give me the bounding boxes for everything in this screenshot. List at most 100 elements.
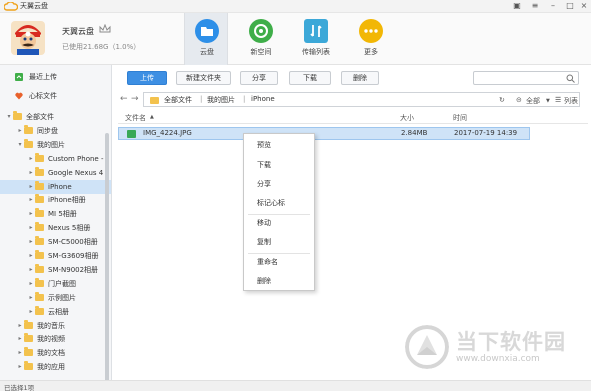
close-button[interactable]: ×	[579, 1, 589, 11]
breadcrumb-all-files[interactable]: 全部文件	[164, 95, 192, 105]
sidebar-tree-item[interactable]: ▸ SM-N9002相册	[0, 263, 111, 277]
menu-item-rename[interactable]: 重命名	[244, 255, 314, 269]
header: 天翼云盘 已使用21.68G（1.0%） 云盘 新空间 传输列表 更多	[0, 13, 591, 65]
chevron-right-icon[interactable]: ▸	[28, 193, 34, 207]
table-row[interactable]: IMG_4224.JPG 2.84MB 2017-07-19 14:39	[118, 127, 530, 140]
sidebar-item-starred[interactable]: 心标文件	[0, 89, 111, 103]
chevron-right-icon[interactable]: ▸	[17, 319, 23, 333]
chevron-right-icon[interactable]: ▸	[28, 180, 34, 194]
filter-icon[interactable]: ⊝	[516, 96, 522, 104]
maximize-button[interactable]: □	[565, 1, 575, 11]
column-size[interactable]: 大小	[400, 113, 414, 123]
sidebar-tree-item[interactable]: ▸ SM-G3609相册	[0, 249, 111, 263]
menu-item-move[interactable]: 移动	[244, 216, 314, 230]
new-folder-button[interactable]: 新建文件夹	[176, 71, 231, 85]
sidebar-tree-item[interactable]: ▸ iPhone	[0, 179, 111, 194]
sidebar-tree-item[interactable]: ▸ Google Nexus 4	[0, 166, 111, 180]
sidebar-tree-item[interactable]: ▸ Nexus 5相册	[0, 221, 111, 235]
more-icon	[359, 19, 383, 43]
sidebar-tree-item[interactable]: ▸ 云相册	[0, 305, 111, 319]
chevron-right-icon[interactable]: ▸	[28, 221, 34, 235]
sidebar-tree-item[interactable]: ▾ 全部文件	[0, 110, 111, 124]
sidebar-item-label: 全部文件	[26, 113, 54, 121]
menu-item-share[interactable]: 分享	[244, 177, 314, 191]
sidebar-tree-item[interactable]: ▸ 我的应用	[0, 360, 111, 374]
avatar[interactable]	[11, 21, 45, 55]
chevron-right-icon[interactable]: ▸	[28, 263, 34, 277]
sidebar-tree-item[interactable]: ▸ iPhone相册	[0, 193, 111, 207]
nav-more[interactable]: 更多	[349, 13, 393, 65]
filter-dropdown[interactable]: 全部	[526, 96, 540, 106]
menu-item-download[interactable]: 下载	[244, 158, 314, 172]
sidebar-tree-item[interactable]: ▸ 我的文档	[0, 346, 111, 360]
chevron-down-icon[interactable]: ▾	[17, 138, 23, 152]
status-bar: 已选择1项	[0, 380, 591, 392]
sidebar-tree-item[interactable]: ▸ MI 5相册	[0, 207, 111, 221]
nav-new-space[interactable]: 新空间	[239, 13, 283, 65]
search-icon[interactable]	[566, 74, 575, 83]
sidebar-tree-item[interactable]: ▸ 我的视频	[0, 332, 111, 346]
menu-item-mark-star[interactable]: 标记心标	[244, 196, 314, 210]
view-mode-label[interactable]: 列表	[564, 96, 578, 106]
chevron-right-icon[interactable]: ▸	[28, 305, 34, 319]
storage-usage: 已使用21.68G（1.0%）	[62, 43, 141, 51]
sidebar-tree-item[interactable]: ▸ 示例图片	[0, 291, 111, 305]
chevron-right-icon[interactable]: ▸	[17, 332, 23, 346]
sidebar-tree-item[interactable]: ▾ 我的图片	[0, 138, 111, 152]
nav-transfer-list[interactable]: 传输列表	[294, 13, 338, 65]
sidebar-item-label: MI 5相册	[48, 210, 77, 219]
settings-icon[interactable]: ≡	[530, 1, 540, 11]
title-bar: 天翼云盘 ▣ ≡ – □ ×	[0, 0, 591, 13]
file-list-header: 文件名 ▲ 大小 时间	[118, 110, 588, 124]
nav-cloud-drive[interactable]: 云盘	[184, 13, 228, 65]
sidebar-item-recent-uploads[interactable]: 最近上传	[0, 70, 111, 84]
chevron-right-icon[interactable]: ▸	[28, 207, 34, 221]
list-view-icon[interactable]: ☰	[555, 96, 561, 104]
chevron-right-icon[interactable]: ▸	[28, 249, 34, 263]
heart-icon	[15, 92, 23, 100]
sidebar-item-label: 我的图片	[37, 140, 65, 149]
sidebar-tree-item[interactable]: ▸ 我的音乐	[0, 319, 111, 333]
sidebar-item-label: Google Nexus 4	[48, 168, 104, 177]
forward-arrow-icon[interactable]: →	[131, 94, 139, 104]
column-time[interactable]: 时间	[453, 113, 467, 123]
sidebar-tree-item[interactable]: ▸ SM-C5000相册	[0, 235, 111, 249]
folder-icon	[35, 236, 44, 246]
share-button[interactable]: 分享	[240, 71, 278, 85]
back-arrow-icon[interactable]: ←	[120, 94, 128, 104]
sidebar-tree-item[interactable]: ▸ 同步盘	[0, 124, 111, 138]
chevron-right-icon[interactable]: ▸	[17, 346, 23, 360]
menu-item-preview[interactable]: 预览	[244, 138, 314, 152]
download-button[interactable]: 下载	[289, 71, 331, 85]
delete-button[interactable]: 删除	[341, 71, 379, 85]
sidebar-tree-item[interactable]: ▸ Custom Phone -	[0, 152, 111, 166]
minimize-button[interactable]: –	[548, 1, 558, 11]
sidebar-item-label: SM-C5000相册	[48, 238, 98, 247]
chevron-right-icon[interactable]: ▸	[28, 277, 34, 291]
window-title: 天翼云盘	[20, 2, 48, 10]
chevron-right-icon[interactable]: ▸	[17, 360, 23, 374]
menu-item-delete[interactable]: 删除	[244, 274, 314, 288]
breadcrumb-iphone[interactable]: iPhone	[251, 95, 275, 103]
folder-icon	[35, 291, 44, 301]
upload-button[interactable]: 上传	[127, 71, 167, 85]
search-input[interactable]	[473, 71, 579, 85]
chevron-right-icon[interactable]: ▸	[28, 235, 34, 249]
sidebar-tree-item[interactable]: ▸ 门户截图	[0, 277, 111, 291]
sidebar-scrollbar[interactable]	[105, 133, 109, 380]
folder-icon	[35, 180, 44, 190]
menu-divider	[248, 253, 310, 254]
chevron-right-icon[interactable]: ▸	[28, 166, 34, 180]
chevron-right-icon[interactable]: ▸	[28, 291, 34, 305]
chevron-right-icon[interactable]: ▸	[17, 124, 23, 138]
sidebar-item-label: iPhone相册	[48, 196, 86, 205]
breadcrumb-my-pictures[interactable]: 我的图片	[207, 95, 235, 105]
chevron-down-icon[interactable]: ▾	[6, 110, 12, 124]
skin-icon[interactable]: ▣	[512, 1, 522, 11]
menu-item-copy[interactable]: 复制	[244, 235, 314, 249]
column-name[interactable]: 文件名	[125, 113, 146, 123]
sidebar-item-label: 示例图片	[48, 293, 76, 302]
chevron-right-icon[interactable]: ▸	[28, 152, 34, 166]
refresh-icon[interactable]: ↻	[499, 96, 505, 104]
image-file-icon	[127, 130, 136, 138]
